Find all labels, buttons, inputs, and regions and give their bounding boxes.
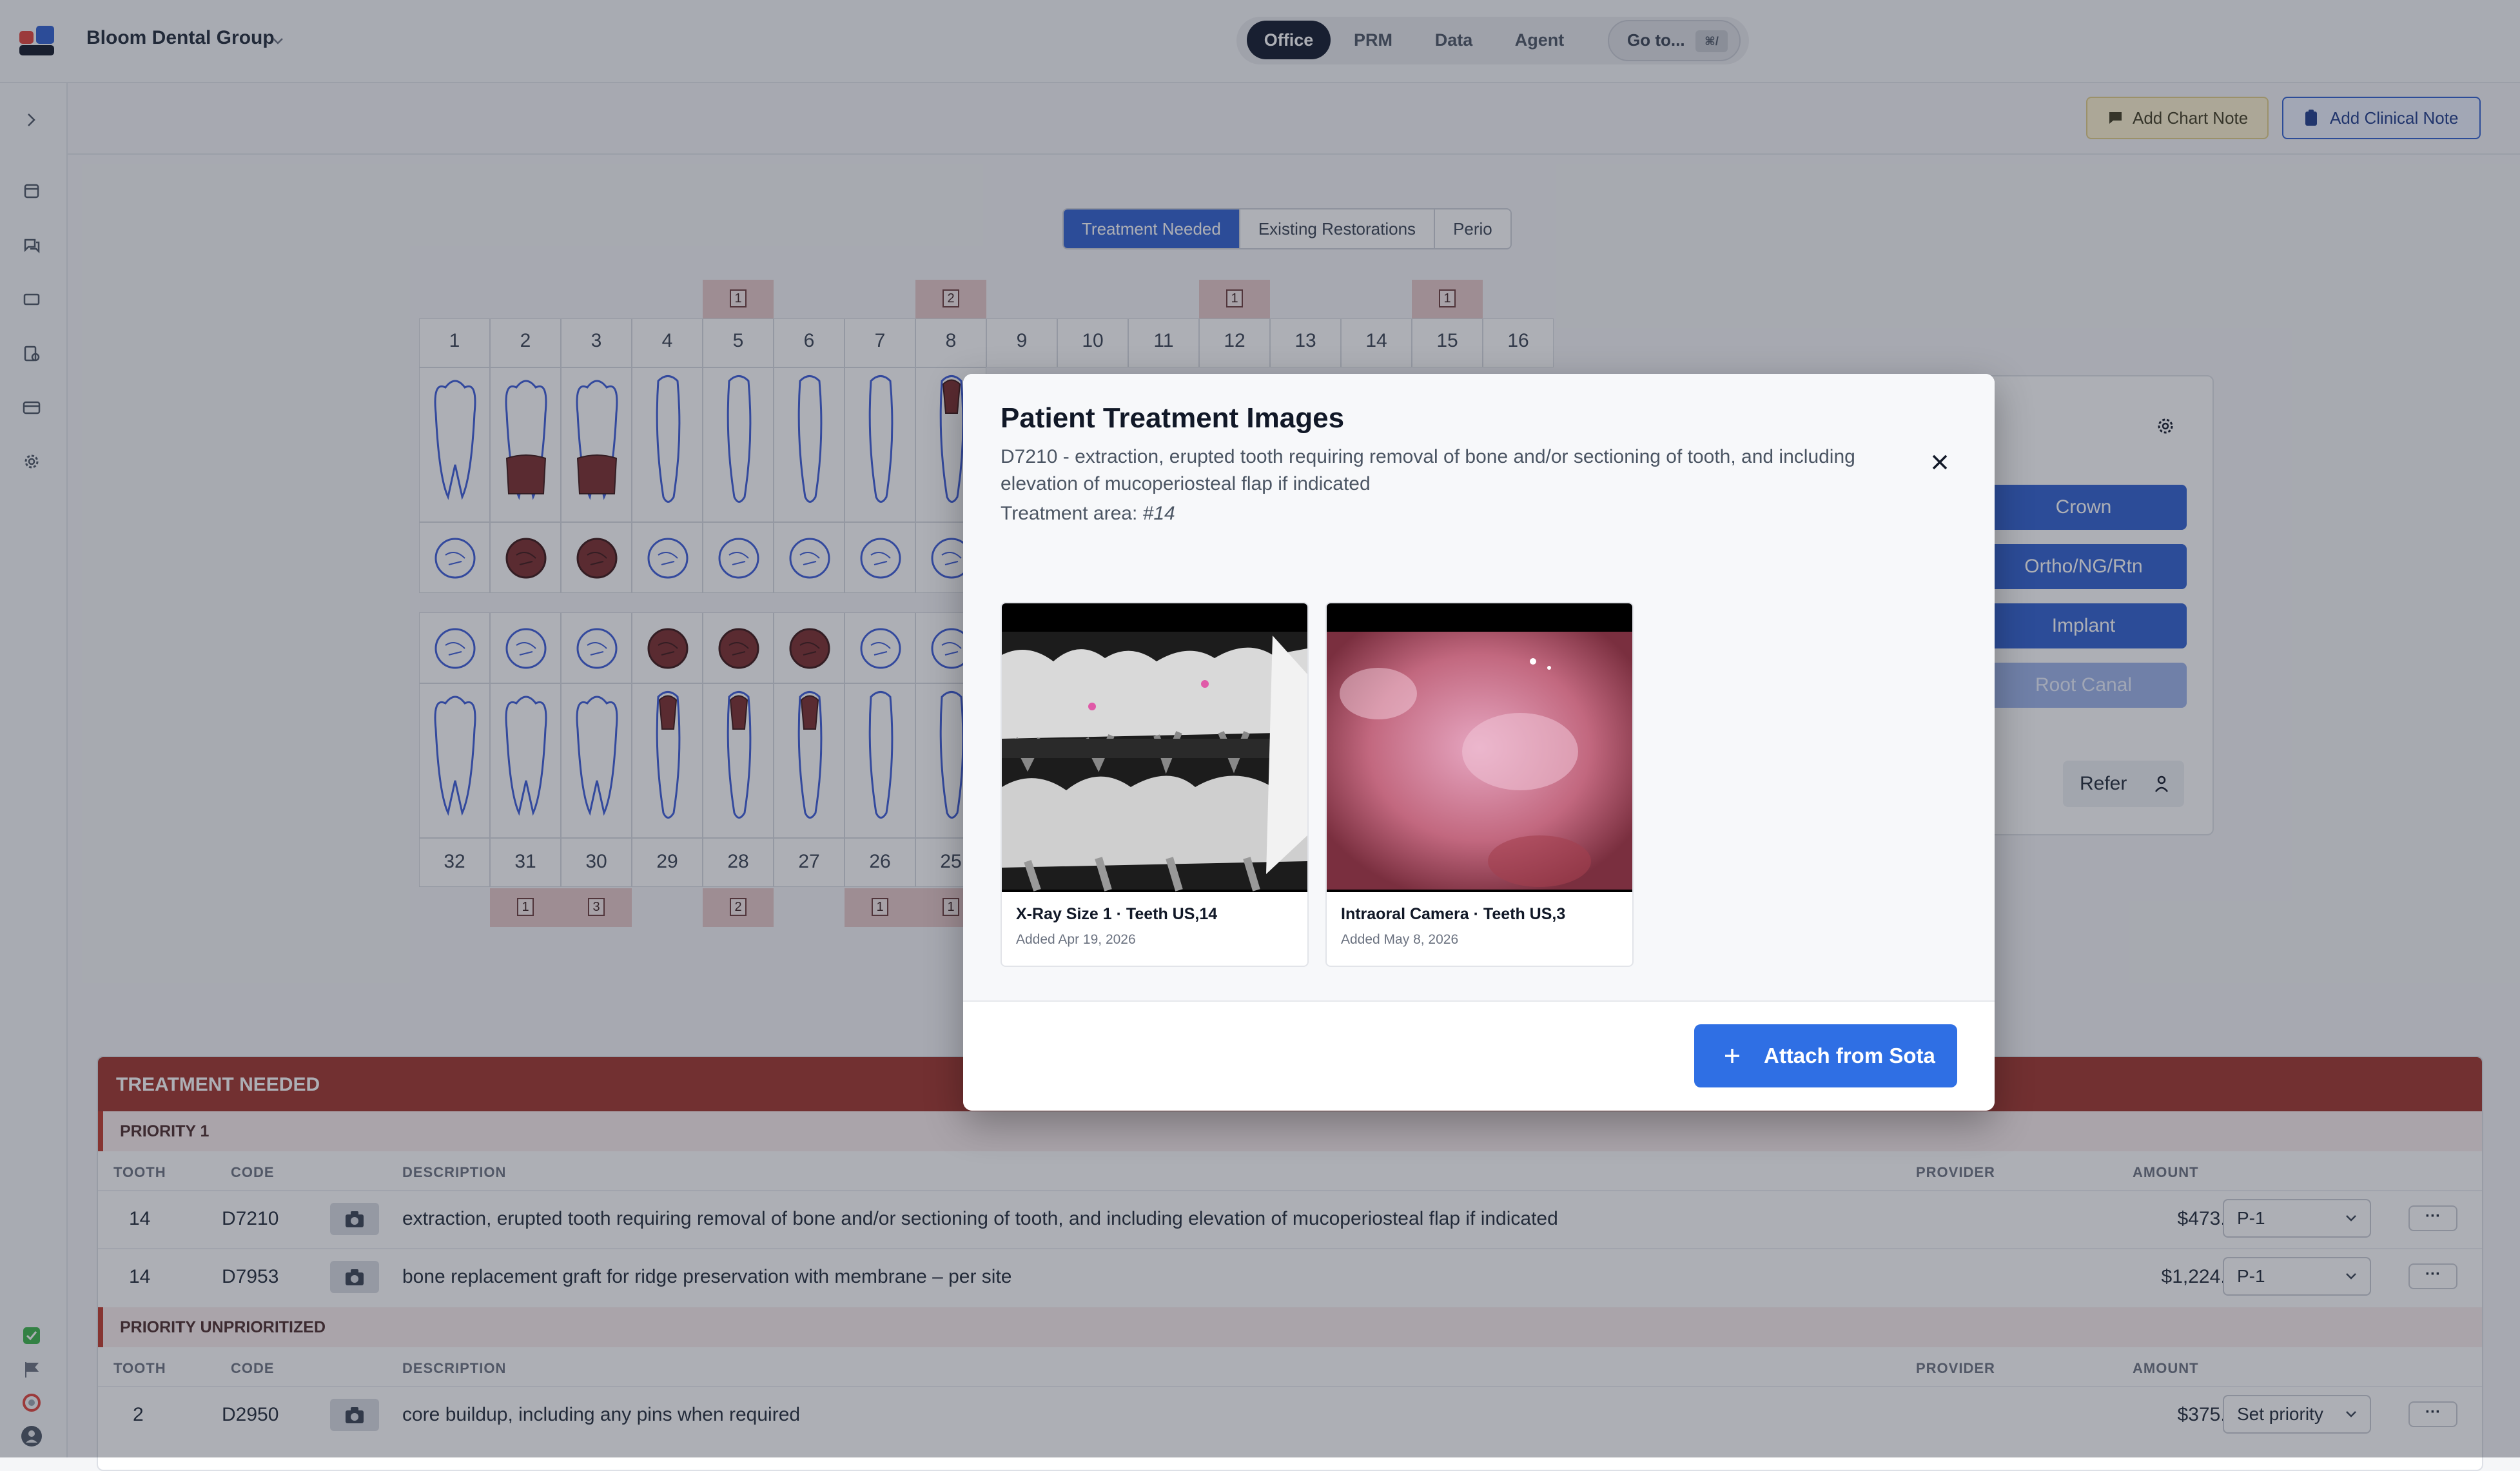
attach-from-sota-button[interactable]: Attach from Sota bbox=[1694, 1024, 1957, 1087]
image-date: Added Apr 19, 2026 bbox=[1016, 932, 1136, 947]
treatment-area: Treatment area: #14 bbox=[1001, 503, 1175, 525]
image-card[interactable]: Intraoral Camera · Teeth US,3 Added May … bbox=[1325, 602, 1634, 967]
modal-title: Patient Treatment Images bbox=[1001, 402, 1345, 434]
intraoral-image bbox=[1327, 603, 1632, 892]
treatment-images-modal: Patient Treatment Images D7210 - extract… bbox=[963, 374, 1995, 1111]
xray-image bbox=[1002, 603, 1307, 892]
plus-icon bbox=[1725, 1049, 1739, 1063]
image-card[interactable]: X-Ray Size 1 · Teeth US,14 Added Apr 19,… bbox=[1001, 602, 1309, 967]
treatment-area-label: Treatment area: bbox=[1001, 503, 1138, 524]
attach-label: Attach from Sota bbox=[1764, 1044, 1935, 1067]
close-icon[interactable] bbox=[1929, 451, 1951, 473]
treatment-area-value: #14 bbox=[1142, 503, 1175, 524]
modal-description: D7210 - extraction, erupted tooth requir… bbox=[1001, 446, 1855, 494]
modal-body: Patient Treatment Images D7210 - extract… bbox=[963, 374, 1995, 1000]
image-date: Added May 8, 2026 bbox=[1341, 932, 1459, 947]
image-caption: Intraoral Camera · Teeth US,3 bbox=[1341, 905, 1566, 923]
image-caption: X-Ray Size 1 · Teeth US,14 bbox=[1016, 905, 1218, 923]
